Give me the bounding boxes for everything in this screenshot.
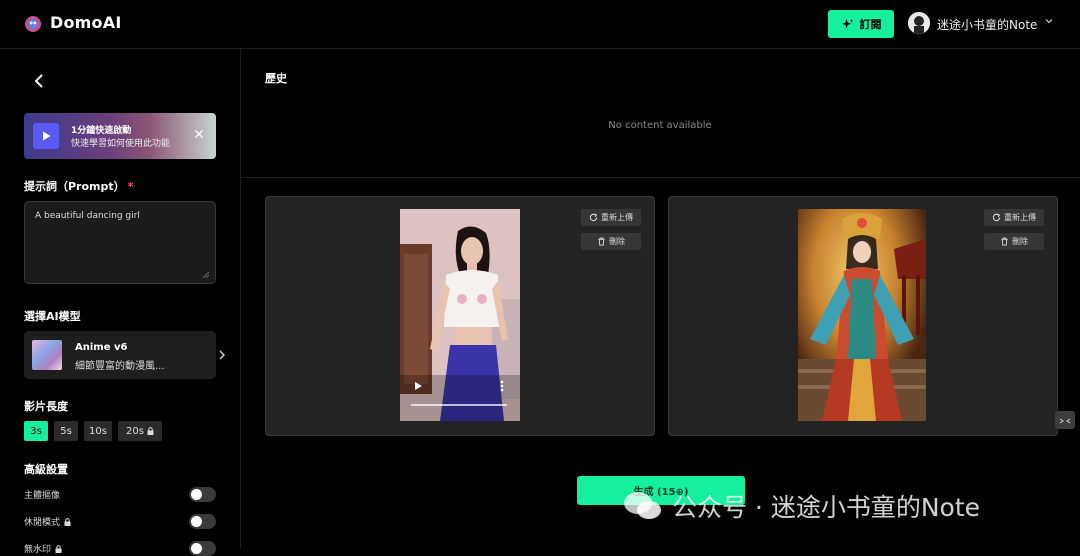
resize-grip-icon[interactable] (203, 272, 209, 278)
delete-button[interactable]: 刪除 (984, 233, 1044, 250)
reupload-button[interactable]: 重新上傳 (581, 209, 641, 226)
reupload-label: 重新上傳 (1004, 213, 1036, 222)
subject-matting-toggle[interactable] (189, 487, 216, 502)
no-watermark-toggle[interactable] (189, 541, 216, 556)
face-icon (1059, 418, 1071, 423)
banner-subtitle: 快速學習如何使用此功能 (71, 139, 171, 149)
uploaded-image[interactable] (798, 209, 926, 421)
wechat-watermark-icon (624, 492, 661, 519)
play-icon (33, 123, 59, 149)
subscribe-label: 訂閱 (859, 18, 882, 31)
reupload-label: 重新上傳 (601, 213, 633, 222)
banner-title: 1分鐘快速啟動 (71, 126, 132, 136)
lock-icon (64, 517, 71, 526)
chevron-right-icon (219, 350, 225, 360)
quick-start-banner[interactable]: 1分鐘快速啟動 快速學習如何使用此功能 (24, 113, 216, 159)
advanced-item-label: 主體摳像 (24, 491, 61, 501)
more-vertical-icon[interactable] (500, 380, 504, 392)
video-upload-card: 重新上傳 刪除 (265, 196, 655, 436)
user-avatar-icon (908, 12, 930, 34)
prompt-value: A beautiful dancing girl (35, 211, 140, 221)
domoai-logo-icon[interactable] (24, 15, 42, 33)
model-name: Anime v6 (75, 342, 128, 353)
uploaded-video[interactable] (400, 209, 520, 421)
section-divider (241, 177, 1080, 178)
duration-option-5s[interactable]: 5s (54, 421, 78, 441)
delete-button[interactable]: 刪除 (581, 233, 641, 250)
delete-label: 刪除 (609, 237, 625, 246)
advanced-item-label: 無水印 (24, 545, 52, 555)
advanced-item-no-watermark: 無水印 (24, 542, 62, 555)
model-section-label: 選擇AI模型 (24, 310, 81, 323)
app-name[interactable]: DomoAI (50, 13, 121, 32)
avatar[interactable] (908, 12, 930, 34)
trash-icon (598, 237, 605, 246)
history-title: 歷史 (265, 72, 287, 85)
empty-state-text: No content available (608, 120, 712, 131)
duration-option-20s-label: 20s (126, 425, 144, 437)
model-selector[interactable]: Anime v6 細節豐富的動漫風... (24, 331, 225, 379)
play-icon[interactable] (413, 381, 423, 391)
model-description: 細節豐富的動漫風... (75, 361, 165, 372)
trash-icon (1001, 237, 1008, 246)
duration-option-20s[interactable]: 20s (118, 421, 162, 441)
floating-helper-icon[interactable] (1055, 411, 1075, 429)
prompt-label-text: 提示詞（Prompt） (24, 180, 125, 193)
top-header: DomoAI 訂閱 迷途小书童的Note (0, 0, 1080, 49)
watermark-text: 公众号 · 迷途小书童的Note (672, 493, 981, 522)
refresh-icon (992, 213, 1001, 222)
refresh-icon (589, 213, 598, 222)
duration-section-label: 影片長度 (24, 400, 68, 413)
advanced-item-label: 休閒模式 (24, 518, 61, 528)
image-upload-card: 重新上傳 刪除 (668, 196, 1058, 436)
sparkle-icon (841, 18, 854, 29)
advanced-item-relax-mode: 休閒模式 (24, 515, 71, 528)
advanced-section-label: 高級設置 (24, 463, 68, 476)
lock-icon (55, 544, 62, 553)
duration-option-3s[interactable]: 3s (24, 421, 48, 441)
back-arrow-icon[interactable] (32, 72, 46, 90)
prompt-label: 提示詞（Prompt） * (24, 178, 133, 194)
video-progress-bar[interactable] (411, 404, 507, 406)
sidebar: 1分鐘快速啟動 快速學習如何使用此功能 提示詞（Prompt） * A beaut… (0, 49, 241, 556)
delete-label: 刪除 (1012, 237, 1028, 246)
reupload-button[interactable]: 重新上傳 (984, 209, 1044, 226)
chevron-down-icon[interactable] (1044, 16, 1054, 26)
duration-option-10s[interactable]: 10s (84, 421, 112, 441)
lock-icon (147, 427, 154, 435)
relax-mode-toggle[interactable] (189, 514, 216, 529)
subscribe-button[interactable]: 訂閱 (828, 10, 894, 38)
prompt-input[interactable]: A beautiful dancing girl (24, 201, 216, 284)
user-name[interactable]: 迷途小书童的Note (937, 16, 1037, 33)
close-icon[interactable] (194, 129, 204, 139)
model-thumbnail (32, 340, 62, 370)
advanced-item-subject-matting: 主體摳像 (24, 488, 60, 501)
reference-image (798, 209, 926, 421)
required-mark: * (127, 180, 134, 193)
